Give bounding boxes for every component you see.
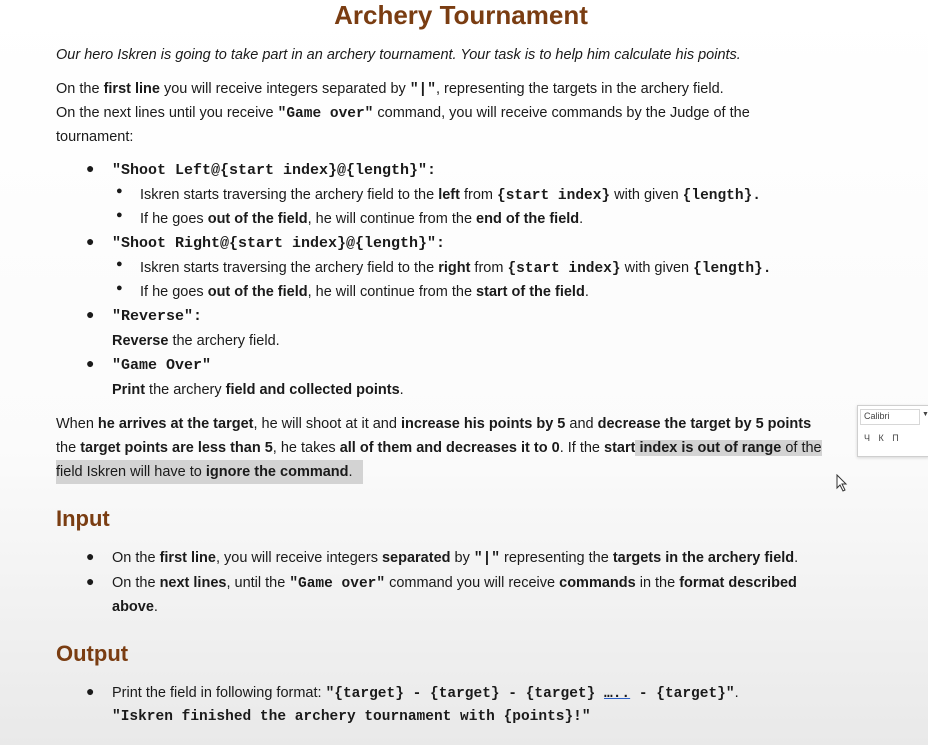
rules-paragraph-line-2: the target points are less than 5, he ta… <box>56 440 822 456</box>
bullet-icon: ● <box>86 683 95 699</box>
bullet-icon: ● <box>86 573 95 589</box>
bullet-icon: ● <box>116 258 123 270</box>
command-reverse: "Reverse": <box>112 308 203 325</box>
page-title: Archery Tournament <box>334 0 588 30</box>
intro-text: Our hero Iskren is going to take part in… <box>56 47 741 63</box>
reverse-detail: Reverse the archery field. <box>112 333 280 349</box>
bullet-icon: ● <box>116 185 123 197</box>
output-item-1: Print the field in following format: "{t… <box>112 685 739 702</box>
bullet-icon: ● <box>86 548 95 564</box>
paragraph-line-3: tournament: <box>56 129 134 145</box>
bullet-icon: ● <box>86 355 95 371</box>
rules-paragraph-line-1: When he arrives at the target, he will s… <box>56 416 812 432</box>
input-item-1: On the first line, you will receive inte… <box>112 550 799 567</box>
paragraph-line-1: On the first line you will receive integ… <box>56 81 724 98</box>
rules-paragraph-line-3[interactable]: field Iskren will have to ignore the com… <box>56 460 363 484</box>
command-shoot-left: "Shoot Left@{start index}@{length}": <box>112 162 437 179</box>
mouse-cursor-icon <box>836 474 848 492</box>
shoot-right-detail-2: If he goes out of the field, he will con… <box>140 284 589 300</box>
bullet-icon: ● <box>86 233 95 249</box>
input-item-2-cont: above. <box>112 599 158 615</box>
bullet-icon: ● <box>116 209 123 221</box>
bullet-icon: ● <box>86 160 95 176</box>
game-over-detail: Print the archery field and collected po… <box>112 382 404 398</box>
format-buttons[interactable]: Ч К П <box>864 433 899 443</box>
font-name-box[interactable]: Calibri <box>860 409 920 425</box>
bullet-icon: ● <box>86 306 95 322</box>
selected-text[interactable]: index is out of range of the <box>635 440 822 456</box>
mini-format-toolbar[interactable]: Calibri ▼ Ч К П <box>857 405 928 457</box>
shoot-right-detail-1: Iskren starts traversing the archery fie… <box>140 260 772 277</box>
shoot-left-detail-2: If he goes out of the field, he will con… <box>140 211 584 227</box>
input-heading: Input <box>56 506 110 531</box>
output-heading: Output <box>56 641 129 666</box>
output-item-2: "Iskren finished the archery tournament … <box>112 709 591 725</box>
input-item-2: On the next lines, until the "Game over"… <box>112 575 797 592</box>
command-game-over: "Game Over" <box>112 357 212 374</box>
shoot-left-detail-1: Iskren starts traversing the archery fie… <box>140 187 761 204</box>
bullet-icon: ● <box>116 282 123 294</box>
chevron-down-icon[interactable]: ▼ <box>922 411 928 418</box>
paragraph-line-2: On the next lines until you receive "Gam… <box>56 105 750 122</box>
command-shoot-right: "Shoot Right@{start index}@{length}": <box>112 235 446 252</box>
